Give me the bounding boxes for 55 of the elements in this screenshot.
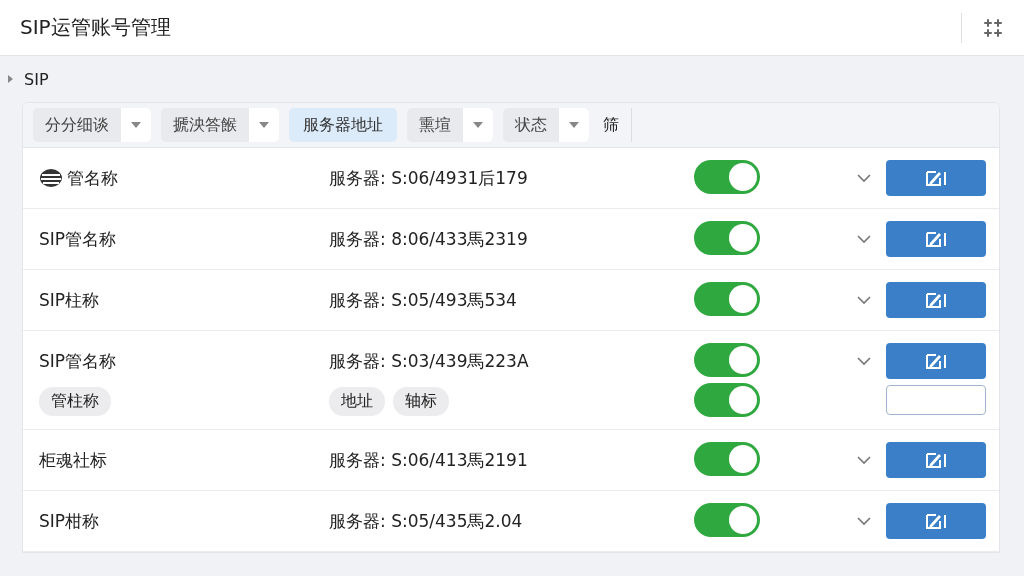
chevron-icon[interactable] — [856, 173, 872, 183]
tag: 地址 — [329, 387, 385, 416]
server-address: 服务器: S:06/413馬2191 — [329, 448, 528, 472]
tree-label[interactable]: SIP — [24, 69, 49, 89]
edit-button[interactable] — [886, 221, 986, 257]
chevron-icon[interactable] — [856, 295, 872, 305]
settings-icon[interactable] — [982, 16, 1004, 39]
caret-icon — [131, 122, 141, 128]
toggle-switch[interactable] — [694, 282, 760, 316]
toggle-switch[interactable] — [694, 160, 760, 194]
edit-icon — [925, 230, 947, 248]
server-address: 服务器: S:03/439馬223A — [329, 349, 529, 373]
window-title: SIP运管账号管理 — [20, 14, 172, 41]
edit-button[interactable] — [886, 503, 986, 539]
filter-dropdown[interactable]: 搋泱答餱 — [161, 108, 279, 142]
chevron-icon[interactable] — [856, 516, 872, 526]
toggle-switch[interactable] — [694, 442, 760, 476]
account-name: SIP管名称 — [39, 227, 117, 251]
toggle-switch[interactable] — [694, 503, 760, 537]
tag: 管柱称 — [39, 387, 111, 416]
edit-icon — [925, 169, 947, 187]
account-name: SIP管名称 — [39, 349, 117, 373]
input-field[interactable] — [886, 385, 986, 415]
filter-label[interactable]: 筛 — [599, 108, 632, 142]
caret-icon — [473, 122, 483, 128]
edit-button[interactable] — [886, 343, 986, 379]
expand-icon[interactable] — [6, 75, 14, 83]
chevron-icon[interactable] — [856, 455, 872, 465]
edit-icon — [925, 451, 947, 469]
edit-icon — [925, 291, 947, 309]
caret-icon — [259, 122, 269, 128]
account-name: SIP柑称 — [39, 509, 100, 533]
server-address: 服务器: 8:06/433馬2319 — [329, 227, 528, 251]
edit-button[interactable] — [886, 282, 986, 318]
edit-icon — [925, 512, 947, 530]
edit-icon — [925, 352, 947, 370]
account-name: 柜魂社标 — [39, 448, 107, 472]
filter-dropdown[interactable]: 状态 — [503, 108, 589, 142]
account-name: SIP柱称 — [39, 288, 100, 312]
filter-dropdown[interactable]: 熏塇 — [407, 108, 493, 142]
filter-dropdown[interactable]: 分分细谈 — [33, 108, 151, 142]
chevron-icon[interactable] — [856, 356, 872, 366]
toggle-switch[interactable] — [694, 221, 760, 255]
chevron-icon[interactable] — [856, 234, 872, 244]
edit-button[interactable] — [886, 442, 986, 478]
toggle-switch[interactable] — [694, 383, 760, 417]
toggle-switch[interactable] — [694, 343, 760, 377]
edit-button[interactable] — [886, 160, 986, 196]
server-address: 服务器: S:05/435馬2.04 — [329, 509, 523, 533]
server-address: 服务器: S:05/493馬534 — [329, 288, 517, 312]
caret-icon — [569, 122, 579, 128]
account-name: 管名称 — [67, 166, 118, 190]
server-address: 服务器: S:06/4931后179 — [329, 166, 528, 190]
filter-tab[interactable]: 服务器地址 — [289, 108, 397, 142]
tag: 轴标 — [393, 387, 449, 416]
